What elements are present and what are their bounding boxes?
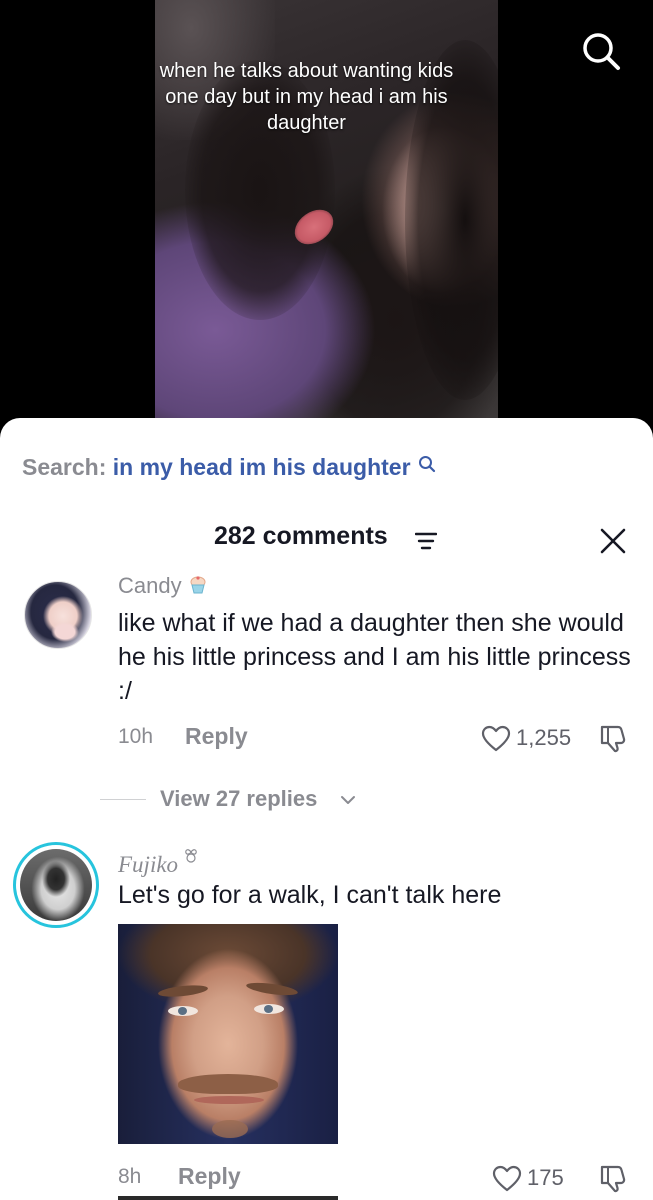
heart-icon[interactable] bbox=[492, 1165, 522, 1193]
image-detail bbox=[178, 1074, 278, 1094]
search-prefix-label: Search: bbox=[22, 454, 107, 480]
like-count: 1,255 bbox=[516, 725, 572, 750]
close-icon[interactable] bbox=[600, 528, 626, 554]
chevron-down-icon bbox=[341, 796, 355, 804]
comment-author[interactable]: Candy bbox=[118, 573, 208, 599]
dislike-icon[interactable] bbox=[598, 1163, 628, 1193]
comment-actions: 8h Reply 175 bbox=[0, 1163, 653, 1193]
video-caption: when he talks about wanting kids one day… bbox=[159, 60, 454, 134]
image-detail bbox=[212, 1120, 248, 1138]
comment-timestamp: 8h bbox=[118, 1165, 142, 1188]
search-icon[interactable] bbox=[580, 30, 622, 72]
search-term-link[interactable]: in my head im his daughter bbox=[113, 454, 411, 480]
heart-icon[interactable] bbox=[481, 725, 511, 753]
reply-button[interactable]: Reply bbox=[185, 723, 248, 750]
avatar-image bbox=[20, 849, 92, 921]
avatar[interactable] bbox=[24, 581, 92, 649]
comments-sheet: Search: in my head im his daughter 282 c… bbox=[0, 418, 653, 1200]
comment-author-name: Candy bbox=[118, 573, 182, 598]
avatar[interactable] bbox=[13, 842, 99, 928]
comment-author[interactable]: Fujiko bbox=[118, 848, 198, 878]
comment-text: like what if we had a daughter then she … bbox=[118, 609, 631, 705]
comment-author-name: Fujiko bbox=[118, 852, 179, 877]
reply-button[interactable]: Reply bbox=[178, 1163, 241, 1190]
view-replies-label: View 27 replies bbox=[160, 786, 318, 811]
comment-text: Let's go for a walk, I can't talk here bbox=[118, 881, 502, 909]
comments-header: 282 comments bbox=[0, 522, 653, 554]
dislike-icon[interactable] bbox=[598, 723, 628, 753]
replies-divider bbox=[100, 799, 146, 800]
comment-image[interactable] bbox=[118, 924, 338, 1144]
like-count: 175 bbox=[527, 1165, 564, 1190]
view-replies-button[interactable]: View 27 replies bbox=[0, 786, 653, 816]
comments-count: 282 comments bbox=[214, 522, 388, 550]
image-detail bbox=[245, 980, 299, 998]
search-mini-icon[interactable] bbox=[418, 455, 436, 473]
sort-filter-icon[interactable] bbox=[415, 532, 437, 550]
image-detail bbox=[168, 1006, 198, 1016]
next-comment-image bbox=[118, 1196, 338, 1200]
video-player[interactable]: when he talks about wanting kids one day… bbox=[0, 0, 653, 440]
bow-icon bbox=[185, 849, 197, 863]
comment-actions: 10h Reply 1,255 bbox=[0, 723, 653, 753]
comment-timestamp: 10h bbox=[118, 725, 154, 748]
cupcake-icon bbox=[190, 576, 206, 594]
image-detail bbox=[254, 1004, 284, 1014]
related-search[interactable]: Search: in my head im his daughter bbox=[22, 454, 436, 481]
image-detail bbox=[157, 983, 209, 999]
image-detail bbox=[194, 1096, 264, 1104]
